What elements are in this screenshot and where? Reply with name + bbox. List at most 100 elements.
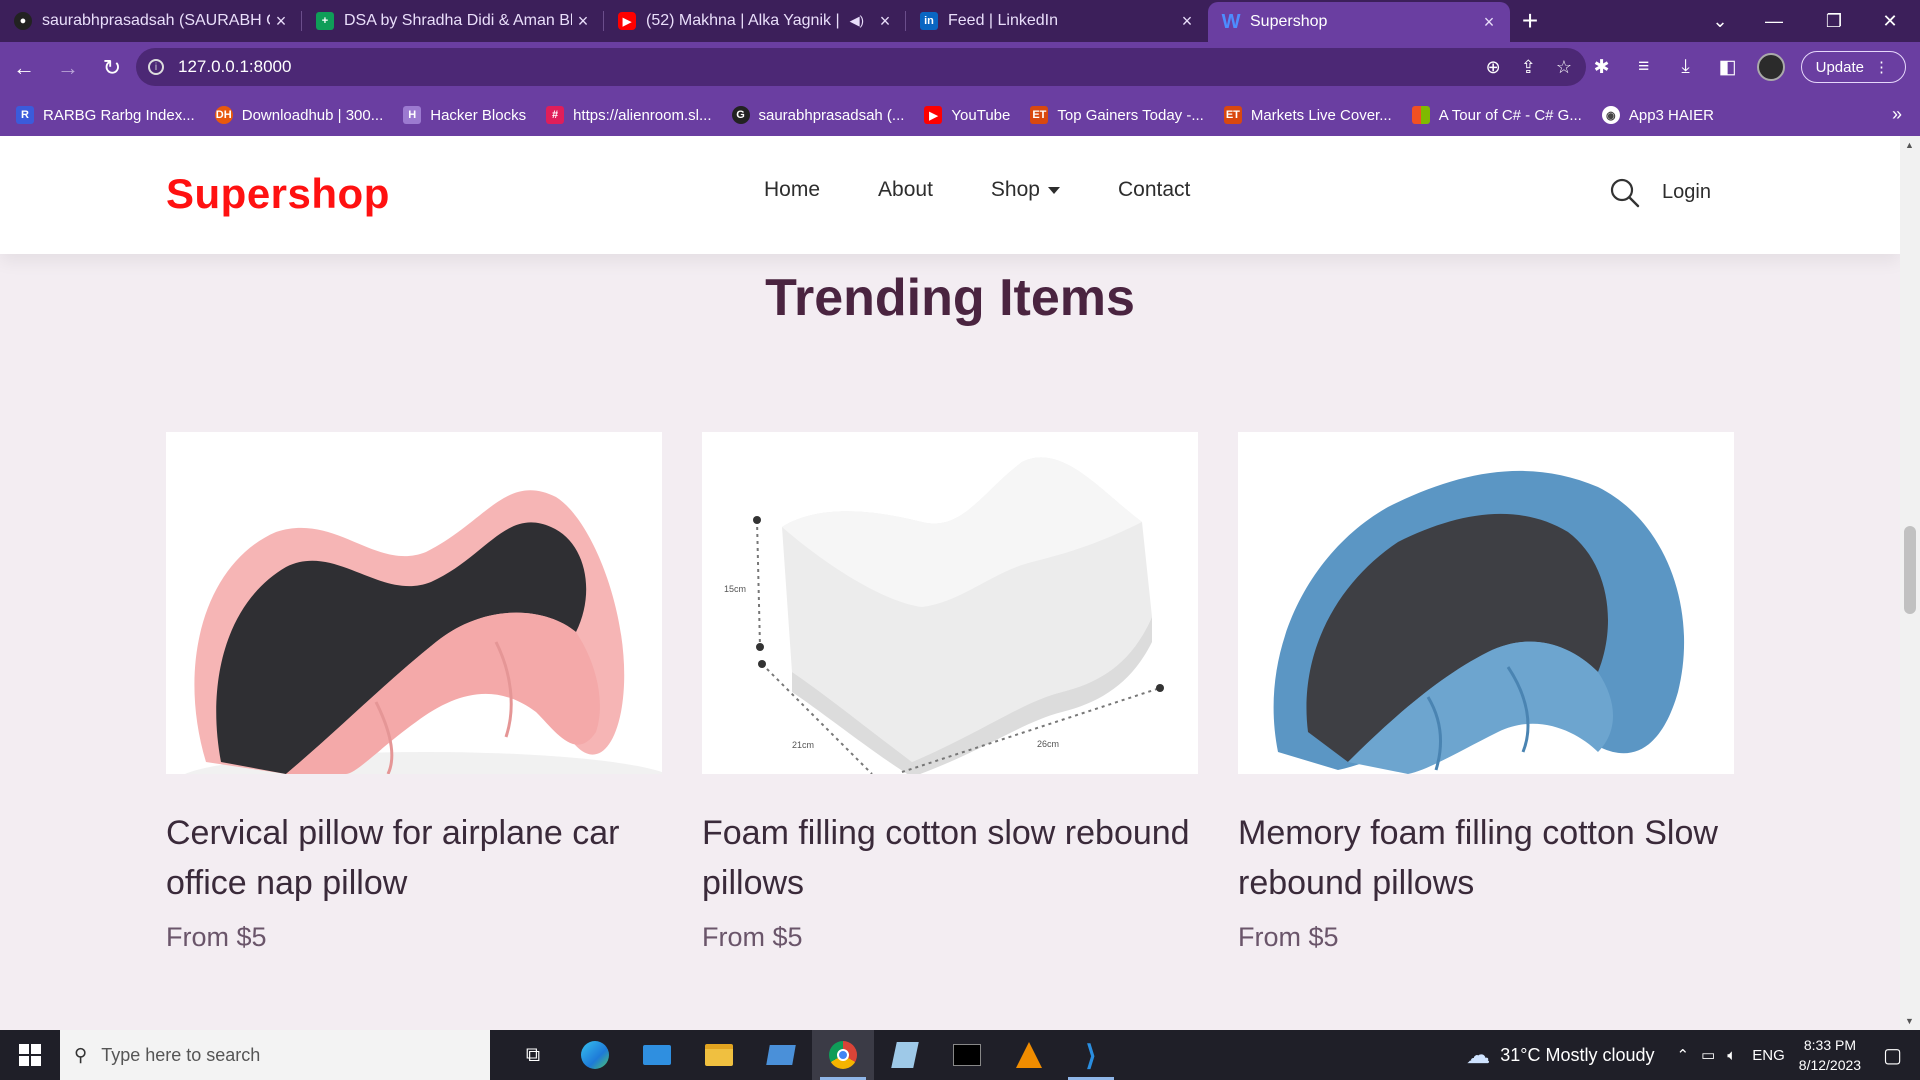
product-title[interactable]: Memory foam filling cotton Slow rebound … bbox=[1238, 808, 1734, 908]
terminal-icon[interactable] bbox=[936, 1030, 998, 1080]
clock[interactable]: 8:33 PM 8/12/2023 bbox=[1799, 1035, 1861, 1075]
nav-home[interactable]: Home bbox=[764, 178, 820, 202]
bookmark-item[interactable]: Gsaurabhprasadsah (... bbox=[731, 106, 905, 124]
volume-icon[interactable]: 🔈︎ bbox=[1727, 1047, 1736, 1064]
tab-label: Supershop bbox=[1250, 13, 1328, 30]
extensions-icon[interactable]: ✱ bbox=[1589, 56, 1615, 79]
task-view-icon[interactable]: ⧉ bbox=[502, 1030, 564, 1080]
taskbar-search[interactable]: ⚲ Type here to search bbox=[60, 1030, 490, 1080]
bookmark-item[interactable]: # https://alienroom.sl... bbox=[546, 106, 712, 124]
tab-github[interactable]: ● saurabhprasadsah (SAURABH GU × bbox=[0, 0, 302, 42]
bookmark-label: YouTube bbox=[951, 106, 1011, 124]
dimension-label: 26cm bbox=[1037, 739, 1059, 749]
start-button[interactable] bbox=[0, 1030, 60, 1080]
side-panel-icon[interactable]: ◧ bbox=[1715, 56, 1741, 79]
nav-about[interactable]: About bbox=[878, 178, 933, 202]
close-icon[interactable]: × bbox=[1176, 11, 1198, 32]
tab-youtube[interactable]: ▶ (52) Makhna | Alka Yagnik | U ◀) × bbox=[604, 0, 906, 42]
close-icon[interactable]: × bbox=[1478, 12, 1500, 33]
et-icon: ET bbox=[1223, 106, 1242, 124]
product-image[interactable] bbox=[166, 432, 662, 774]
mail-icon[interactable] bbox=[626, 1030, 688, 1080]
notification-icon[interactable]: ▢ bbox=[1883, 1043, 1902, 1068]
update-button[interactable]: Update ⋮ bbox=[1800, 51, 1906, 83]
chevron-up-icon[interactable]: ⌃ bbox=[1677, 1046, 1690, 1064]
speaker-icon[interactable]: ◀) bbox=[850, 13, 864, 29]
bookmark-label: Downloadhub | 300... bbox=[241, 106, 384, 124]
clock-date: 8/12/2023 bbox=[1798, 1057, 1862, 1073]
chrome-icon[interactable] bbox=[812, 1030, 874, 1080]
scrollbar-thumb[interactable] bbox=[1904, 526, 1916, 614]
scroll-up-icon[interactable]: ▲ bbox=[1905, 140, 1914, 150]
bookmark-item[interactable]: H Hacker Blocks bbox=[403, 106, 526, 124]
nav-shop-label: Shop bbox=[990, 178, 1040, 201]
bookmark-item[interactable]: ET Top Gainers Today -... bbox=[1030, 106, 1204, 124]
back-button[interactable]: ← bbox=[4, 48, 44, 88]
site-info-icon[interactable]: i bbox=[148, 59, 164, 75]
tab-supershop[interactable]: W Supershop × bbox=[1208, 2, 1510, 42]
wordpress-icon: W bbox=[1221, 10, 1241, 33]
slack-icon: # bbox=[546, 106, 565, 124]
bookmark-item[interactable]: ◉ App3 HAIER bbox=[1601, 106, 1714, 124]
kebab-menu-icon: ⋮ bbox=[1874, 59, 1889, 76]
file-explorer-icon[interactable] bbox=[688, 1030, 750, 1080]
tab-label: Feed | LinkedIn bbox=[948, 12, 1059, 29]
new-tab-button[interactable]: + bbox=[1510, 0, 1550, 42]
close-window-button[interactable]: ✕ bbox=[1862, 0, 1918, 42]
tab-dsa-sheet[interactable]: + DSA by Shradha Didi & Aman Bh × bbox=[302, 0, 604, 42]
restore-button[interactable]: ❐ bbox=[1806, 0, 1862, 42]
product-card[interactable]: Memory foam filling cotton Slow rebound … bbox=[1238, 432, 1734, 953]
close-icon[interactable]: × bbox=[874, 11, 896, 32]
product-title[interactable]: Foam filling cotton slow rebound pillows bbox=[702, 808, 1198, 908]
vscode-icon[interactable]: ⟩ bbox=[1060, 1030, 1122, 1080]
product-card[interactable]: 15cm 21cm 26cm Foam filling cotton slow … bbox=[702, 432, 1198, 953]
forward-button[interactable]: → bbox=[48, 48, 88, 88]
bookmark-item[interactable]: A Tour of C# - C# G... bbox=[1411, 106, 1582, 124]
product-image[interactable]: 15cm 21cm 26cm bbox=[702, 432, 1198, 774]
battery-icon[interactable]: ▭ bbox=[1701, 1046, 1715, 1064]
download-icon[interactable]: ⤓ bbox=[1673, 56, 1699, 78]
avatar[interactable] bbox=[1756, 53, 1785, 81]
vlc-icon[interactable] bbox=[998, 1030, 1060, 1080]
language-indicator[interactable]: ENG bbox=[1752, 1047, 1785, 1064]
windows-taskbar: ⚲ Type here to search ⧉ ⟩ ☁ 31°C Mostly … bbox=[0, 1030, 1920, 1080]
notepad-icon[interactable] bbox=[874, 1030, 936, 1080]
update-label: Update bbox=[1815, 58, 1864, 76]
bookmark-item[interactable]: DH Downloadhub | 300... bbox=[214, 106, 384, 124]
bookmark-label: saurabhprasadsah (... bbox=[758, 106, 905, 124]
more-bookmarks-icon[interactable]: » bbox=[1892, 104, 1902, 125]
bookmark-item[interactable]: ET Markets Live Cover... bbox=[1223, 106, 1392, 124]
reload-button[interactable]: ↻ bbox=[92, 48, 132, 88]
weather-widget[interactable]: ☁ 31°C Mostly cloudy bbox=[1466, 1041, 1654, 1070]
minimize-button[interactable]: — bbox=[1746, 0, 1802, 42]
share-icon[interactable]: ⇪ bbox=[1521, 57, 1536, 78]
product-title[interactable]: Cervical pillow for airplane car office … bbox=[166, 808, 662, 908]
page-scrollbar[interactable]: ▲ ▼ bbox=[1900, 136, 1920, 1030]
browser-tab-strip: ● saurabhprasadsah (SAURABH GU × + DSA b… bbox=[0, 0, 1920, 42]
cloud-sun-icon: ☁ bbox=[1466, 1041, 1491, 1069]
close-icon[interactable]: × bbox=[572, 11, 594, 32]
media-control-icon[interactable]: ≡ bbox=[1631, 56, 1657, 78]
tab-linkedin[interactable]: in Feed | LinkedIn × bbox=[906, 0, 1208, 42]
scroll-down-icon[interactable]: ▼ bbox=[1905, 1016, 1914, 1026]
address-bar[interactable]: i 127.0.0.1:8000 ⊕ ⇪ ☆ bbox=[136, 48, 1586, 86]
bookmark-item[interactable]: R RARBG Rarbg Index... bbox=[16, 106, 195, 124]
remote-desktop-icon[interactable] bbox=[750, 1030, 812, 1080]
tab-label: (52) Makhna | Alka Yagnik | U bbox=[646, 12, 840, 29]
product-price: From $5 bbox=[166, 922, 267, 952]
site-logo[interactable]: Supershop bbox=[166, 170, 390, 218]
zoom-icon[interactable]: ⊕ bbox=[1486, 57, 1501, 78]
login-link[interactable]: Login bbox=[1662, 181, 1711, 204]
close-icon[interactable]: × bbox=[270, 11, 292, 32]
search-icon[interactable] bbox=[1610, 178, 1640, 208]
bookmark-item[interactable]: ▶ YouTube bbox=[924, 106, 1010, 124]
nav-contact[interactable]: Contact bbox=[1118, 178, 1190, 202]
browser-toolbar: ← → ↻ i 127.0.0.1:8000 ⊕ ⇪ ☆ ✱ ≡ ⤓ ◧ Upd… bbox=[0, 42, 1920, 94]
nav-shop[interactable]: Shop bbox=[991, 178, 1060, 202]
product-card[interactable]: Cervical pillow for airplane car office … bbox=[166, 432, 662, 953]
edge-icon[interactable] bbox=[564, 1030, 626, 1080]
tab-search-icon[interactable]: ⌄ bbox=[1692, 0, 1748, 42]
bookmark-label: https://alienroom.sl... bbox=[573, 106, 712, 124]
bookmark-star-icon[interactable]: ☆ bbox=[1556, 57, 1572, 78]
product-image[interactable] bbox=[1238, 432, 1734, 774]
